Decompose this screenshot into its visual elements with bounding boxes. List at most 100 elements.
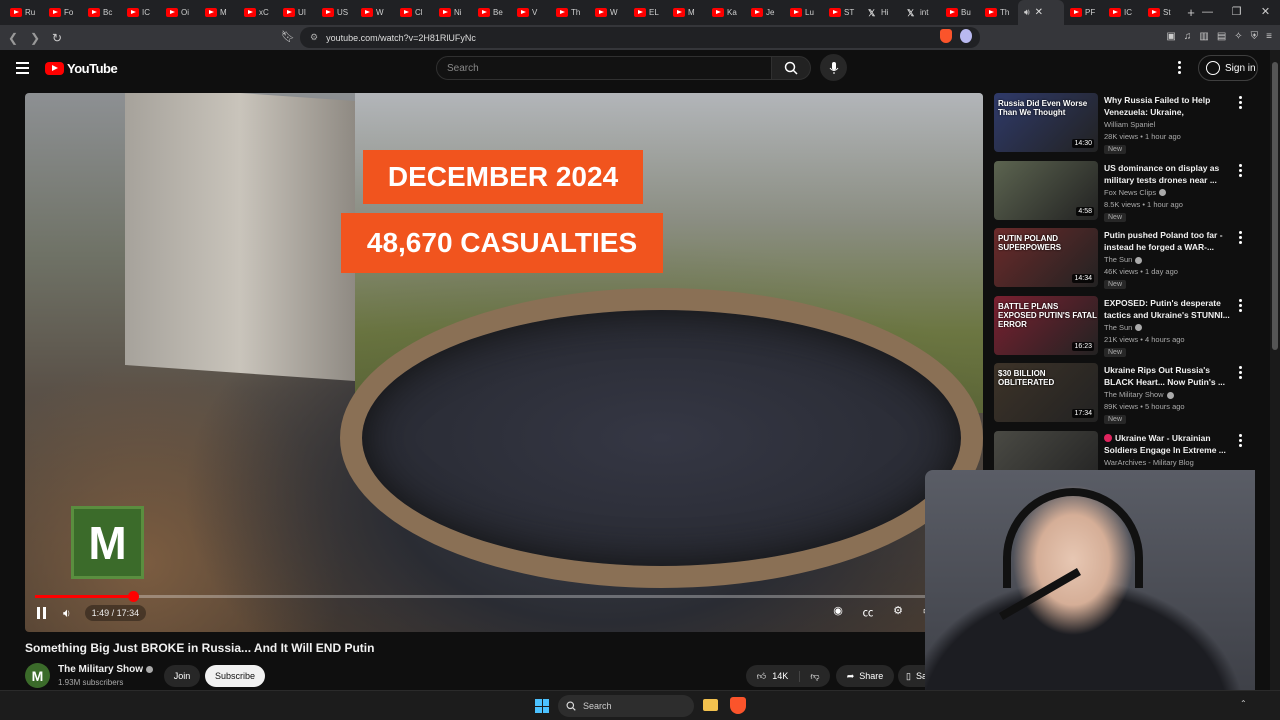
progress-scrubber[interactable]	[127, 591, 139, 602]
browser-tab[interactable]: Je	[745, 0, 784, 25]
url-bar[interactable]: ⚙︎ youtube.com/watch?v=2H81RlUFyNc	[300, 27, 980, 48]
browser-tab[interactable]: W	[355, 0, 394, 25]
hamburger-menu-icon[interactable]	[16, 62, 29, 77]
related-video-item[interactable]: $30 BILLION OBLITERATED 17:34 Ukraine Rips…	[994, 363, 1256, 431]
browser-tab[interactable]: Oi	[160, 0, 199, 25]
browser-tab[interactable]: EL	[628, 0, 667, 25]
browser-tab[interactable]: M	[667, 0, 706, 25]
channel-name[interactable]: The Military Show	[58, 664, 154, 675]
scrollbar-thumb[interactable]	[1272, 62, 1278, 350]
related-video-title[interactable]: US dominance on display as military test…	[1104, 162, 1232, 186]
music-icon[interactable]: ♫	[1184, 31, 1192, 42]
join-button[interactable]: Join	[164, 665, 200, 687]
forward-button[interactable]: ❯	[26, 31, 44, 45]
browser-tab[interactable]: Be	[472, 0, 511, 25]
brave-rewards-icon[interactable]	[960, 29, 972, 43]
share-button[interactable]: ➦ Share	[836, 665, 894, 687]
subscribe-button[interactable]: Subscribe	[205, 665, 265, 687]
browser-tab[interactable]: Bu	[940, 0, 979, 25]
back-button[interactable]: ❮	[4, 31, 22, 45]
browser-tab[interactable]: M	[199, 0, 238, 25]
video-thumbnail[interactable]: BATTLE PLANS EXPOSED PUTIN'S FATAL ERROR…	[994, 295, 1098, 355]
related-video-item[interactable]: BATTLE PLANS EXPOSED PUTIN'S FATAL ERROR…	[994, 295, 1256, 364]
cast-icon[interactable]: ▣	[1166, 31, 1175, 42]
progress-bar[interactable]	[35, 591, 973, 602]
browser-tab[interactable]: US	[316, 0, 355, 25]
wallet-icon[interactable]: ▤	[1217, 31, 1226, 42]
related-video-channel[interactable]: The Sun	[1104, 323, 1143, 332]
browser-tab[interactable]: V	[511, 0, 550, 25]
related-video-title[interactable]: EXPOSED: Putin's desperate tactics and U…	[1104, 297, 1232, 321]
browser-tab[interactable]: Th	[979, 0, 1018, 25]
browser-tab[interactable]: Ru	[4, 0, 43, 25]
browser-tab[interactable]: 𝕏int	[901, 0, 940, 25]
related-video-channel[interactable]: The Military Show	[1104, 390, 1174, 399]
bookmark-icon[interactable]: 🔖︎	[281, 30, 295, 43]
browser-tab[interactable]: 𝕏 Hi	[862, 0, 901, 25]
windows-start-icon[interactable]	[535, 699, 549, 713]
channel-avatar[interactable]: M	[25, 663, 50, 688]
search-input[interactable]: Search	[436, 56, 772, 80]
minimize-button[interactable]: —	[1193, 0, 1222, 25]
related-video-item[interactable]: Russia Did Even Worse Than We Thought 14:…	[994, 93, 1256, 161]
vpn-icon[interactable]: ⛨	[1251, 31, 1259, 42]
browser-tab[interactable]: Lu	[784, 0, 823, 25]
browser-tab[interactable]: ST	[823, 0, 862, 25]
related-video-item[interactable]: 4:58 US dominance on display as military …	[994, 160, 1256, 229]
menu-icon[interactable]: ≡	[1266, 31, 1272, 42]
more-options-icon[interactable]	[1239, 298, 1242, 314]
related-video-channel[interactable]: Fox News Clips	[1104, 188, 1167, 197]
related-video-item[interactable]: PUTIN POLAND SUPERPOWERS 14:34 Putin pushe…	[994, 228, 1256, 296]
sidebar-icon[interactable]: ▥	[1199, 31, 1208, 42]
more-options-icon[interactable]	[1239, 231, 1242, 246]
browser-tab[interactable]: Fo	[43, 0, 82, 25]
browser-tab[interactable]: UI	[277, 0, 316, 25]
browser-tab[interactable]: PF	[1064, 0, 1103, 25]
video-player[interactable]: DECEMBER 2024 48,670 CASUALTIES M M 🔉︎ 1…	[25, 93, 983, 632]
system-tray[interactable]: ⌃	[1240, 699, 1247, 708]
browser-tab[interactable]: Th	[550, 0, 589, 25]
browser-tab[interactable]: IC	[1103, 0, 1142, 25]
more-options-icon[interactable]	[1239, 366, 1242, 381]
related-video-channel[interactable]: The Sun	[1104, 255, 1143, 264]
taskbar-search[interactable]: Search	[558, 695, 694, 717]
autoplay-toggle-icon[interactable]: ◉	[831, 604, 845, 620]
voice-search-button[interactable]	[820, 54, 847, 81]
settings-kebab-icon[interactable]	[1178, 61, 1182, 76]
like-button[interactable]: 👍︎ 14K	[746, 670, 800, 682]
video-thumbnail[interactable]: $30 BILLION OBLITERATED 17:34	[994, 363, 1098, 422]
page-scrollbar[interactable]	[1270, 50, 1280, 720]
browser-tab[interactable]: Cl	[394, 0, 433, 25]
volume-icon[interactable]: 🔉︎	[63, 606, 71, 621]
related-video-title[interactable]: Ukraine Rips Out Russia's BLACK Heart...…	[1104, 364, 1232, 388]
related-video-title[interactable]: Why Russia Failed to Help Venezuela: Ukr…	[1104, 94, 1232, 119]
browser-tab[interactable]: xC	[238, 0, 277, 25]
related-video-title[interactable]: Putin pushed Poland too far - instead he…	[1104, 229, 1232, 253]
sign-in-button[interactable]: Sign in	[1198, 55, 1258, 81]
file-explorer-icon[interactable]	[703, 699, 718, 711]
browser-tab[interactable]: Ni	[433, 0, 472, 25]
more-options-icon[interactable]	[1239, 96, 1242, 111]
leo-icon[interactable]: ✧	[1234, 31, 1242, 42]
reload-button[interactable]: ↻	[48, 31, 66, 45]
more-options-icon[interactable]	[1239, 163, 1242, 179]
brave-shields-icon[interactable]	[940, 29, 952, 43]
settings-gear-icon[interactable]: ⚙︎	[891, 604, 905, 620]
related-video-channel[interactable]: WarArchives - Military Blog	[1104, 458, 1194, 467]
pause-button[interactable]	[37, 607, 49, 619]
maximize-button[interactable]: ❐	[1222, 0, 1251, 25]
video-thumbnail[interactable]: PUTIN POLAND SUPERPOWERS 14:34	[994, 228, 1098, 287]
browser-tab[interactable]: IC	[121, 0, 160, 25]
dislike-button[interactable]: 👎︎	[800, 671, 830, 682]
captions-icon[interactable]: ㏄	[861, 604, 875, 620]
brave-browser-icon[interactable]	[730, 697, 746, 714]
youtube-logo[interactable]: YouTube	[45, 61, 118, 76]
video-thumbnail[interactable]: Russia Did Even Worse Than We Thought 14:…	[994, 93, 1098, 152]
site-info-icon[interactable]: ⚙︎	[310, 32, 318, 43]
browser-tab[interactable]: Bc	[82, 0, 121, 25]
related-video-channel[interactable]: William Spaniel	[1104, 120, 1155, 129]
browser-tab[interactable]: St	[1142, 0, 1181, 25]
close-tab-icon[interactable]: ✕	[1035, 7, 1043, 18]
related-video-title[interactable]: Ukraine War - Ukrainian Soldiers Engage …	[1104, 432, 1232, 456]
more-options-icon[interactable]	[1239, 433, 1242, 449]
